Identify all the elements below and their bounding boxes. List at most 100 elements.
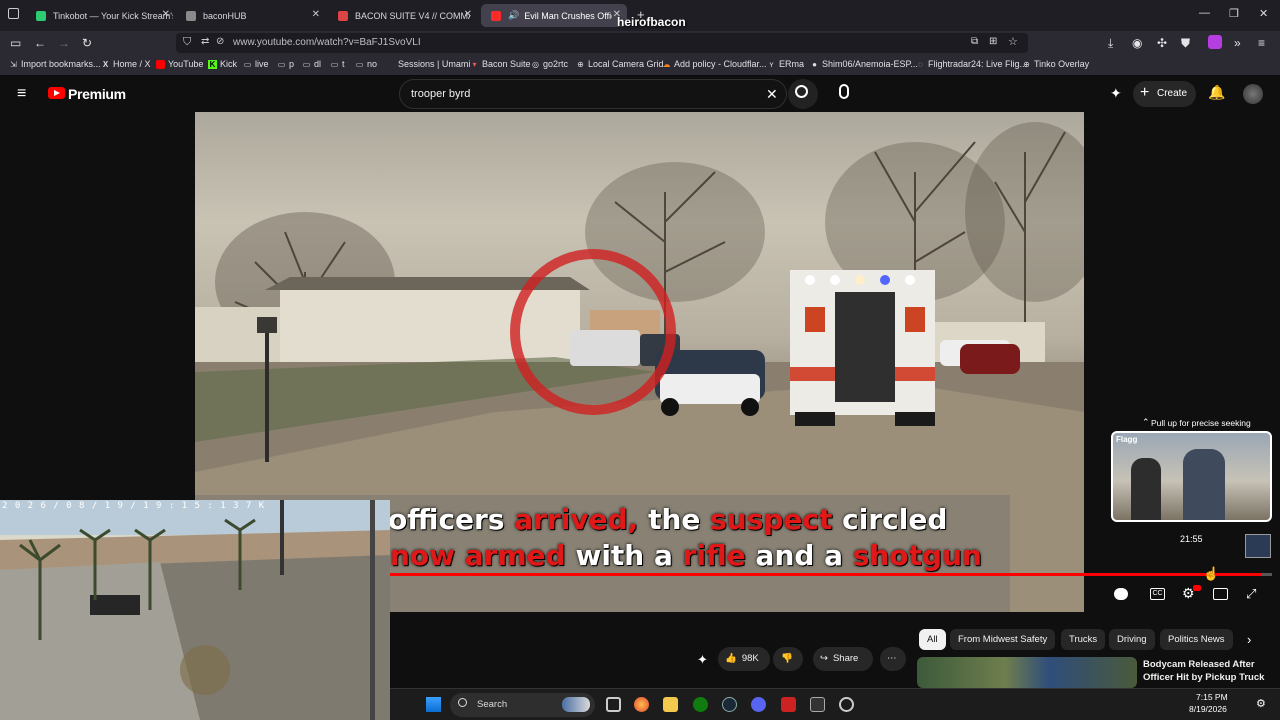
github-icon: ● <box>812 59 817 69</box>
youtube-brand-label[interactable]: Premium <box>68 86 126 102</box>
terminal-icon[interactable] <box>810 697 825 712</box>
bookmark-item[interactable]: YouTube <box>156 59 203 69</box>
bookmark-item[interactable]: K Kick <box>208 59 237 69</box>
close-tab-icon[interactable]: ✕ <box>312 9 320 20</box>
gamepad-icon[interactable]: ✦ <box>1110 85 1122 102</box>
minimize-window-button[interactable]: — <box>1199 7 1210 19</box>
notifications-bell-icon[interactable]: 🔔 <box>1208 84 1225 101</box>
tab-baconhub[interactable]: baconHUB ✕ <box>176 4 326 27</box>
bookmark-item[interactable]: ◎ go2rtc <box>531 59 568 69</box>
bookmark-folder[interactable]: ▭ p <box>277 59 294 69</box>
picture-in-picture-icon[interactable]: ⧉ <box>971 36 978 47</box>
firefox-icon[interactable] <box>634 697 649 712</box>
more-tools-chevron-icon[interactable]: » <box>1234 36 1241 50</box>
save-to-pocket-icon[interactable]: ⊞ <box>989 36 997 47</box>
file-explorer-icon[interactable] <box>663 697 678 712</box>
reload-button-icon[interactable]: ↻ <box>82 36 92 50</box>
tab-overview-icon[interactable] <box>8 8 19 19</box>
back-button-icon[interactable]: ← <box>34 36 46 50</box>
microphone-icon[interactable] <box>839 84 849 99</box>
address-bar[interactable]: ⛉ ⇄ ⊘ www.youtube.com/watch?v=BaFJ1SvoVL… <box>176 33 1028 53</box>
chip-trucks[interactable]: Trucks <box>1061 629 1106 650</box>
forward-button-icon[interactable]: → <box>58 36 70 50</box>
bookmark-star-icon[interactable]: ☆ <box>1008 35 1018 48</box>
search-input[interactable]: trooper byrd <box>411 88 470 100</box>
no-tracking-icon[interactable]: ⊘ <box>216 36 224 47</box>
taskbar-date[interactable]: 8/19/2026 <box>1189 704 1227 714</box>
bookmark-item[interactable]: ⊕ Local Camera Grid <box>576 59 663 69</box>
extension-icon[interactable] <box>1208 35 1222 49</box>
subtitle-word: now armed <box>390 539 576 572</box>
app-menu-icon[interactable]: ≡ <box>1258 36 1265 50</box>
gem-icon[interactable]: ✦ <box>697 652 708 668</box>
chip-all[interactable]: All <box>919 629 946 650</box>
create-button[interactable]: + Create <box>1133 81 1196 107</box>
subtitle-word: officers <box>388 503 515 536</box>
xbox-icon[interactable] <box>693 697 708 712</box>
recommended-thumbnail[interactable] <box>917 657 1137 688</box>
sidebar-toggle-icon[interactable]: ▭ <box>10 36 21 50</box>
bookmark-item[interactable]: ● Shim06/Anemoia-ESP... <box>810 59 918 69</box>
more-actions-button[interactable]: ⋯ <box>880 647 906 671</box>
bookmark-item[interactable]: ⇲ Import bookmarks... <box>9 59 100 69</box>
task-view-icon[interactable] <box>606 697 621 712</box>
youtube-logo-icon[interactable] <box>48 87 65 99</box>
tab-tinkobot[interactable]: Tinkobot — Your Kick Stream's Inte ✕ <box>26 4 176 27</box>
fullscreen-icon[interactable]: ⤢ <box>1246 586 1256 602</box>
channel-badge-icon[interactable] <box>1245 534 1271 558</box>
bookmark-item[interactable]: ⊕ Tinko Overlay <box>1022 59 1089 69</box>
progress-bar-track[interactable] <box>390 573 1272 576</box>
bacon-icon: ▾ <box>472 59 477 69</box>
tab-youtube-video[interactable]: 🔊 Evil Man Crushes Officer W ✕ <box>481 4 627 27</box>
bookmark-folder[interactable]: ▭ no <box>355 59 377 69</box>
chip-from-midwest-safety[interactable]: From Midwest Safety <box>950 629 1056 650</box>
steam-icon[interactable] <box>722 697 737 712</box>
chip-driving[interactable]: Driving <box>1109 629 1155 650</box>
app-icon[interactable] <box>839 697 854 712</box>
taskbar-time[interactable]: 7:15 PM <box>1196 692 1228 702</box>
like-button[interactable]: 👍 98K <box>718 647 770 671</box>
discord-icon[interactable] <box>751 697 766 712</box>
privacy-shield-icon[interactable]: ⛊ <box>1181 36 1190 50</box>
permissions-icon[interactable]: ⇄ <box>201 36 209 47</box>
bookmark-folder[interactable]: ▭ live <box>243 59 269 69</box>
notification-center-icon[interactable]: ⚙ <box>1256 697 1266 710</box>
maximize-window-button[interactable]: ❐ <box>1229 7 1239 20</box>
bookmark-item[interactable]: X Home / X <box>101 59 151 69</box>
close-window-button[interactable]: ✕ <box>1259 7 1268 20</box>
shield-icon[interactable]: ⛉ <box>183 36 191 49</box>
search-box[interactable]: trooper byrd ✕ <box>399 79 787 109</box>
search-icon[interactable] <box>795 85 808 98</box>
clear-search-icon[interactable]: ✕ <box>766 86 778 103</box>
bookmark-folder[interactable]: ▭ dl <box>302 59 321 69</box>
theater-mode-icon[interactable] <box>1213 588 1228 600</box>
bookmark-item[interactable]: ʏ ERma <box>767 59 804 69</box>
close-tab-icon[interactable]: ✕ <box>162 9 170 20</box>
taskbar-search-box[interactable]: Search <box>450 693 595 717</box>
autoplay-toggle[interactable] <box>1114 588 1128 600</box>
import-icon: ⇲ <box>10 59 17 69</box>
bookmark-item[interactable]: Sessions | Umami <box>386 59 470 69</box>
downloads-icon[interactable]: ⤓ <box>1108 36 1113 50</box>
dislike-button[interactable]: 👎 <box>773 647 803 671</box>
extensions-icon[interactable]: ✣ <box>1157 36 1167 50</box>
chip-politics-news[interactable]: Politics News <box>1160 629 1233 650</box>
recommended-title[interactable]: Bodycam Released After Officer Hit by Pi… <box>1143 658 1273 684</box>
chips-next-chevron-icon[interactable]: › <box>1247 632 1251 647</box>
tab-bacon-suite[interactable]: BACON SUITE V4 // COMMAND ✕ <box>328 4 478 27</box>
account-icon[interactable]: ◉ <box>1132 36 1142 50</box>
globe-icon: ⊕ <box>577 59 584 69</box>
bookmark-item[interactable]: ▾ Bacon Suite <box>470 59 530 69</box>
windows-start-icon[interactable] <box>426 697 441 712</box>
bookmark-item[interactable]: ☁ Add policy - Cloudflar... <box>662 59 767 69</box>
share-button[interactable]: ↪ Share <box>813 647 873 671</box>
url-text[interactable]: www.youtube.com/watch?v=BaFJ1SvoVLI <box>233 37 421 48</box>
bookmark-folder[interactable]: ▭ t <box>330 59 345 69</box>
speaker-icon[interactable]: 🔊 <box>508 10 519 21</box>
voice-app-icon[interactable] <box>781 697 796 712</box>
bookmark-item[interactable]: ◌ Flightradar24: Live Flig... <box>916 59 1027 69</box>
subtitles-cc-icon[interactable]: CC <box>1150 588 1165 600</box>
close-tab-icon[interactable]: ✕ <box>464 9 472 20</box>
guide-menu-icon[interactable]: ≡ <box>17 85 26 103</box>
avatar[interactable] <box>1243 84 1263 104</box>
